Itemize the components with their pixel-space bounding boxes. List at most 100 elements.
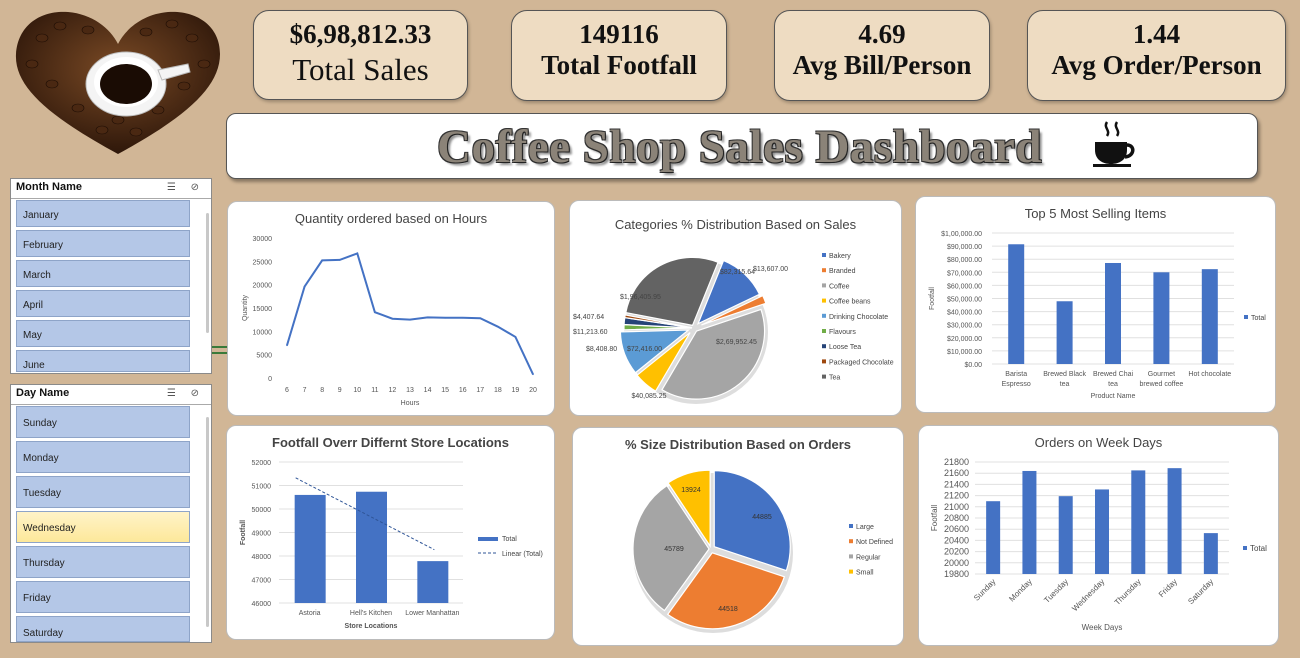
slicer-connector: [212, 352, 227, 354]
y-tick-label: 20600: [944, 524, 969, 534]
slicer-item-march[interactable]: March: [16, 260, 190, 287]
kpi-total-sales-value: $6,98,812.33: [289, 19, 432, 49]
slicer-item-sunday[interactable]: Sunday: [16, 406, 190, 438]
x-tick-label: 12: [389, 387, 397, 394]
legend-swatch: [822, 298, 826, 303]
legend-swatch: [822, 344, 826, 349]
legend-label: Total: [502, 536, 517, 543]
kpi-avg-order-label: Avg Order/Person: [1051, 50, 1262, 80]
y-tick-label: 52000: [252, 460, 272, 467]
legend-swatch: [822, 359, 826, 364]
slicer-scrollbar[interactable]: [206, 417, 209, 627]
x-tick-label: Astoria: [299, 610, 321, 617]
y-tick-label: 25000: [253, 259, 273, 266]
y-tick-label: $70,000.00: [947, 270, 982, 277]
y-tick-label: $20,000.00: [947, 336, 982, 343]
slicer-item-june[interactable]: June: [16, 350, 190, 372]
bar: [356, 491, 387, 603]
x-tick-label: 11: [371, 387, 378, 394]
pie-data-label: $2,69,952.45: [716, 339, 757, 346]
legend-label: Coffee beans: [829, 299, 871, 306]
x-tick-label: Lower Manhattan: [405, 610, 459, 617]
chart-quantity-by-hours: Quantity ordered based on Hours 0 5000 100…: [227, 201, 555, 416]
data-point: [497, 325, 499, 328]
slicer-item-may[interactable]: May: [16, 320, 190, 347]
data-point: [374, 311, 376, 313]
y-tick-label: 30000: [253, 236, 273, 243]
slicer-multiselect-icon[interactable]: ☰ ⊘: [167, 182, 205, 193]
pie-data-label: $40,085.25: [631, 393, 666, 400]
x-tick-label: 19: [512, 387, 520, 394]
y-tick-label: 20400: [944, 535, 969, 545]
slicer-item-thursday[interactable]: Thursday: [16, 546, 190, 578]
x-axis-label: Store Locations: [345, 623, 398, 630]
data-point: [391, 317, 394, 320]
kpi-avg-bill: 4.69 Avg Bill/Person: [774, 10, 990, 101]
day-slicer[interactable]: Day Name ☰ ⊘ Sunday Monday Tuesday Wednesda…: [10, 384, 212, 643]
slicer-item-february[interactable]: February: [16, 230, 190, 257]
chart-size-distribution: % Size Distribution Based on Orders 4488…: [572, 427, 904, 646]
kpi-total-footfall-value: 149116: [579, 19, 659, 49]
legend-label: Drinking Chocolate: [829, 314, 888, 321]
y-tick-label: 48000: [252, 554, 272, 561]
y-tick-label: $90,000.00: [947, 244, 982, 251]
legend-label: Branded: [829, 268, 856, 275]
coffee-heart-image: [12, 8, 224, 158]
bar: [1105, 262, 1121, 364]
x-tick-label: 14: [424, 387, 432, 394]
slicer-item-april[interactable]: April: [16, 290, 190, 317]
y-tick-label: 21200: [944, 491, 969, 501]
slicer-multiselect-icon[interactable]: ☰ ⊘: [167, 388, 205, 399]
chart-title: Footfall Overr Differnt Store Locations: [272, 435, 509, 450]
day-slicer-title: Day Name: [16, 387, 70, 399]
legend-swatch: [822, 374, 826, 379]
data-point: [409, 318, 411, 321]
chart-title: Categories % Distribution Based on Sales: [614, 217, 857, 232]
month-slicer-title: Month Name: [16, 181, 82, 193]
chart-weekday-orders: Orders on Week Days 19800 20000 20200 20400…: [918, 425, 1279, 646]
pie-data-label: $1,96,405.95: [620, 294, 661, 301]
slicer-item-saturday[interactable]: Saturday: [16, 616, 190, 642]
x-tick-label: Gourmet brewed coffee: [1139, 371, 1183, 388]
x-tick-label: 15: [441, 387, 449, 394]
slicer-connector: [212, 346, 227, 348]
slicer-scrollbar[interactable]: [206, 213, 209, 333]
y-tick-label: 20800: [944, 513, 969, 523]
bar: [1056, 301, 1073, 364]
pie-data-label: 45789: [664, 546, 684, 553]
legend-label: Not Defined: [856, 539, 893, 546]
legend-swatch: [849, 569, 853, 574]
legend-swatch: [478, 537, 498, 541]
chart-title: Top 5 Most Selling Items: [1024, 206, 1167, 221]
y-tick-label: $30,000.00: [947, 323, 982, 330]
x-tick-label: Thursday: [1113, 577, 1143, 607]
kpi-total-footfall: 149116 Total Footfall: [511, 10, 727, 101]
legend-swatch: [1244, 315, 1248, 319]
bar: [1022, 470, 1037, 574]
y-axis-label: Footfall: [929, 287, 936, 310]
chart-title: Orders on Week Days: [1034, 435, 1163, 450]
slicer-item-tuesday[interactable]: Tuesday: [16, 476, 190, 508]
slicer-item-wednesday[interactable]: Wednesday: [16, 511, 190, 543]
data-line: [286, 252, 534, 375]
y-tick-label: 19800: [944, 569, 969, 579]
y-axis-label: Footfall: [930, 505, 939, 531]
x-tick-label: 18: [494, 387, 502, 394]
kpi-avg-bill-label: Avg Bill/Person: [792, 50, 972, 80]
y-tick-label: 21800: [944, 457, 969, 467]
x-tick-label: 10: [353, 387, 361, 394]
legend-label: Flavours: [829, 329, 856, 336]
x-tick-label: Wednesday: [1070, 577, 1106, 613]
x-tick-label: 13: [406, 387, 414, 394]
x-tick-label: Brewed Black tea: [1043, 371, 1086, 388]
slicer-item-monday[interactable]: Monday: [16, 441, 190, 473]
x-tick-label: 20: [529, 387, 537, 394]
coffee-cup-icon: [1093, 120, 1137, 173]
legend-label: Large: [856, 524, 874, 531]
slicer-item-january[interactable]: January: [16, 200, 190, 227]
slicer-item-friday[interactable]: Friday: [16, 581, 190, 613]
x-tick-label: Brewed Chai tea: [1093, 371, 1134, 388]
kpi-total-sales: $6,98,812.33 Total Sales: [253, 10, 468, 100]
y-tick-label: 20000: [253, 283, 273, 290]
month-slicer[interactable]: Month Name ☰ ⊘ January February March April…: [10, 178, 212, 374]
